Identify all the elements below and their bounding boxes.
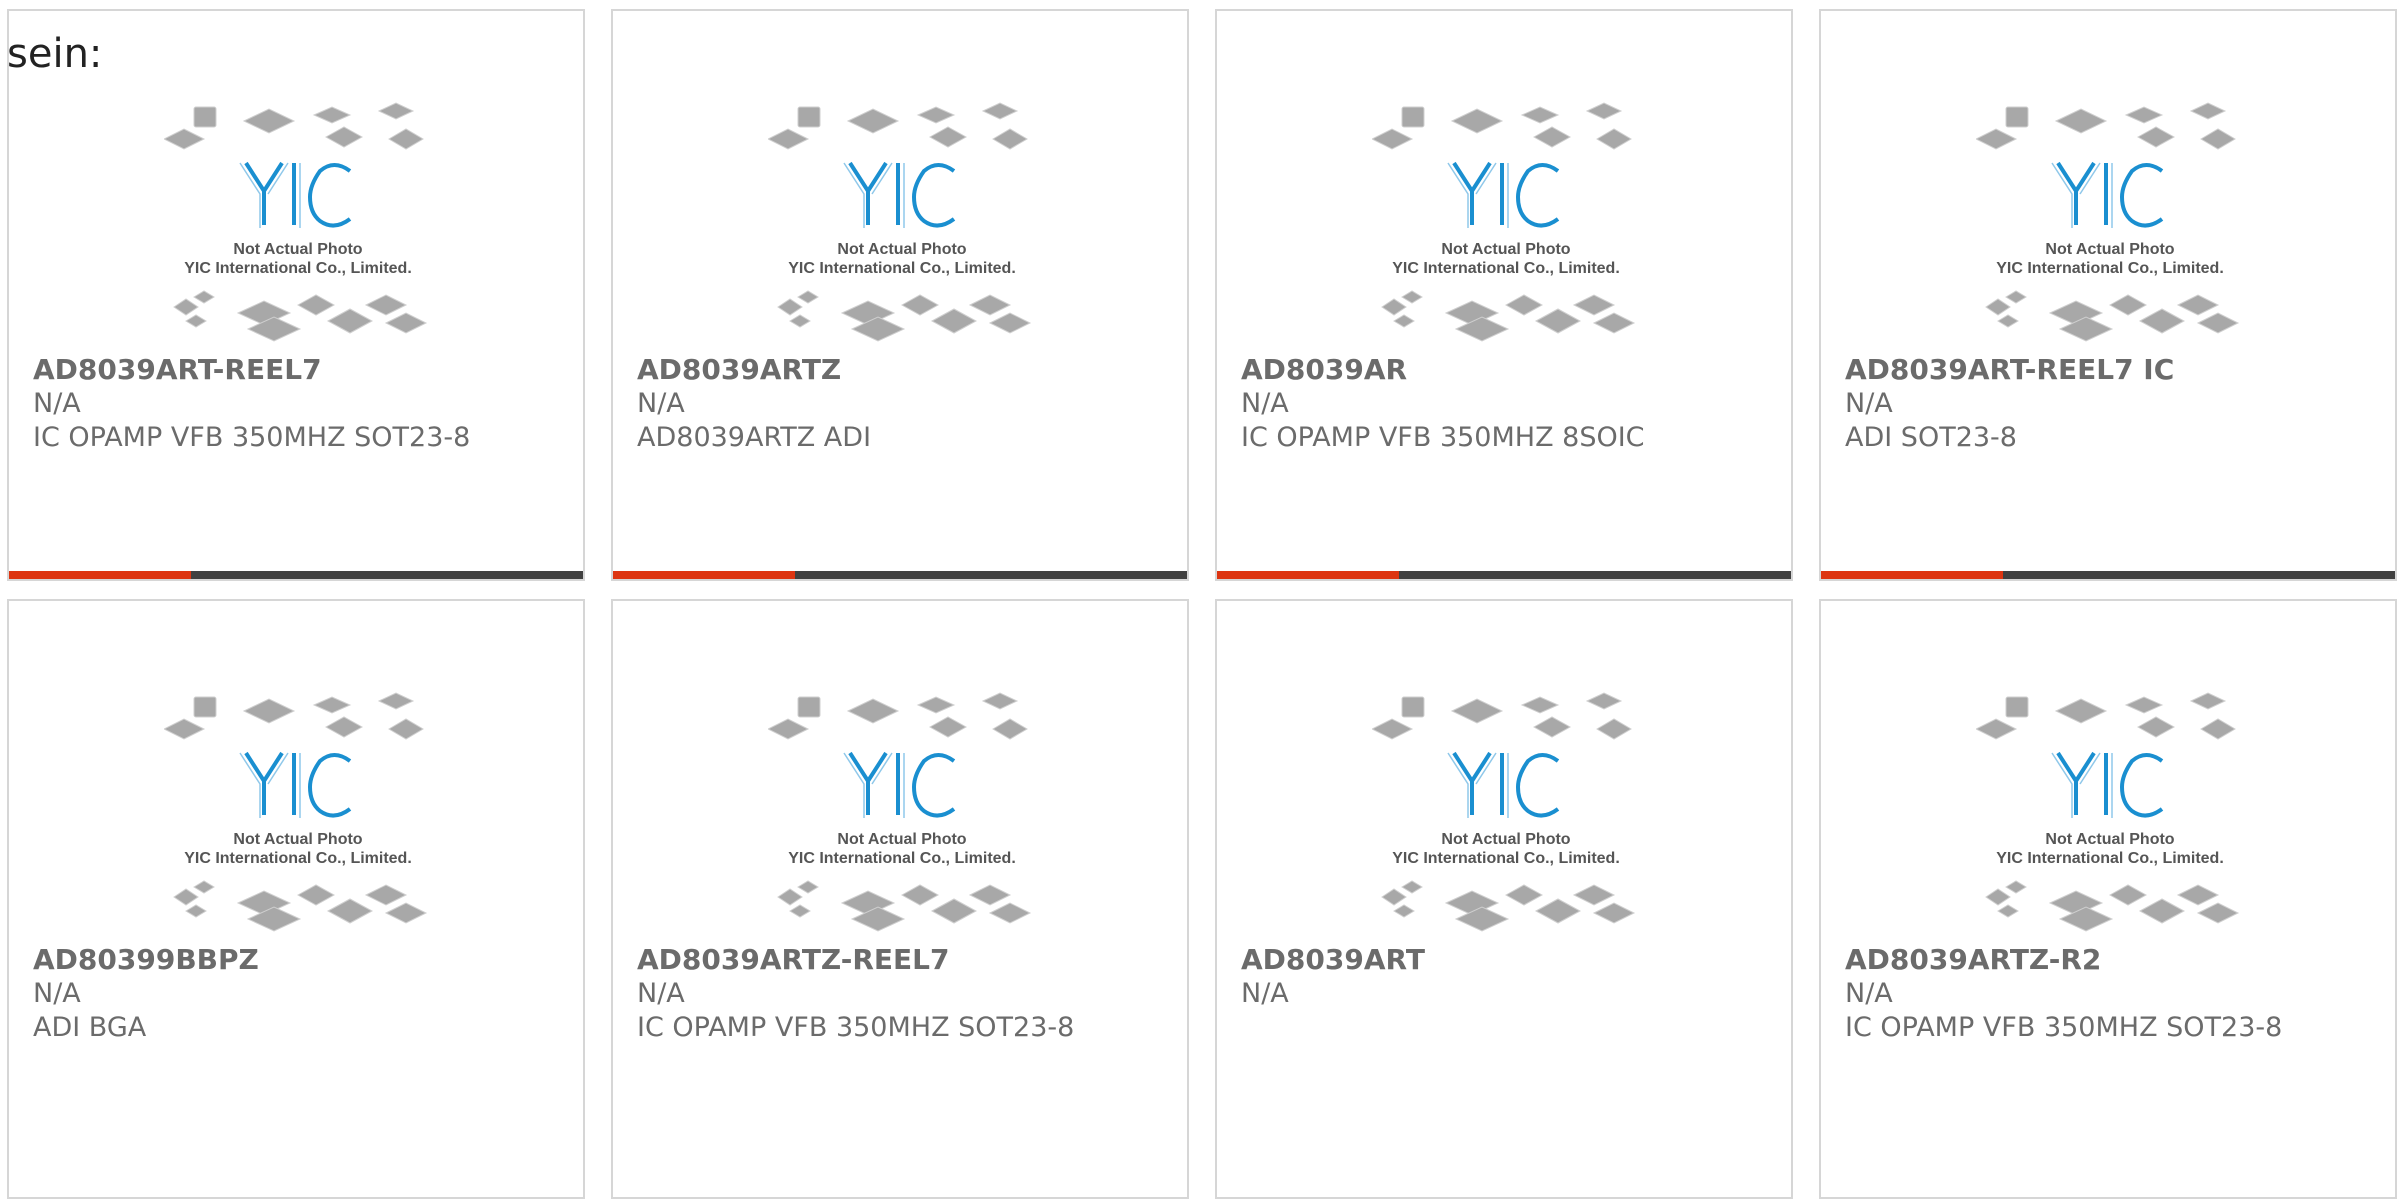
photo-caption-1: Not Actual Photo	[233, 241, 362, 258]
manufacturer: N/A	[33, 978, 81, 1009]
product-card[interactable]: Not Actual Photo YIC International Co., …	[611, 599, 1189, 1199]
photo-caption-1: Not Actual Photo	[1441, 831, 1570, 848]
card-bar	[1821, 571, 2395, 579]
manufacturer: N/A	[1845, 388, 1893, 419]
part-number[interactable]: AD8039ART-REEL7 IC	[1845, 353, 2375, 387]
photo-caption-2: YIC International Co., Limited.	[184, 260, 412, 277]
not-actual-photo-image: Not Actual Photo YIC International Co., …	[768, 102, 1032, 342]
card-text: AD8039ARTZ N/A AD8039ARTZ ADI	[637, 353, 1167, 455]
description: AD8039ARTZ ADI	[637, 422, 872, 453]
product-card[interactable]: Not Actual Photo YIC International Co., …	[611, 9, 1189, 581]
photo-caption-1: Not Actual Photo	[837, 831, 966, 848]
header-text: sein:	[7, 31, 103, 77]
description: IC OPAMP VFB 350MHZ SOT23-8	[33, 422, 471, 453]
product-card-link[interactable]: Not Actual Photo YIC International Co., …	[1217, 601, 1791, 1197]
card-bar	[613, 571, 1187, 579]
manufacturer: N/A	[637, 388, 685, 419]
not-actual-photo-image: Not Actual Photo YIC International Co., …	[1372, 692, 1636, 932]
description: IC OPAMP VFB 350MHZ 8SOIC	[1241, 422, 1645, 453]
photo-caption-1: Not Actual Photo	[233, 831, 362, 848]
part-number[interactable]: AD8039ART-REEL7	[33, 353, 563, 387]
photo-caption-1: Not Actual Photo	[2045, 831, 2174, 848]
product-card[interactable]: Not Actual Photo YIC International Co., …	[7, 9, 585, 581]
description: ADI BGA	[33, 1012, 147, 1043]
card-text: AD80399BBPZ N/A ADI BGA	[33, 943, 563, 1045]
photo-caption-1: Not Actual Photo	[837, 241, 966, 258]
card-bar-accent	[613, 571, 795, 579]
card-bar-accent	[9, 571, 191, 579]
not-actual-photo-image: Not Actual Photo YIC International Co., …	[164, 102, 428, 342]
photo-caption-2: YIC International Co., Limited.	[1392, 260, 1620, 277]
product-card[interactable]: Not Actual Photo YIC International Co., …	[1819, 599, 2397, 1199]
photo-caption-2: YIC International Co., Limited.	[788, 260, 1016, 277]
card-text: AD8039ART-REEL7 IC N/A ADI SOT23-8	[1845, 353, 2375, 455]
not-actual-photo-image: Not Actual Photo YIC International Co., …	[1372, 102, 1636, 342]
manufacturer: N/A	[1241, 978, 1289, 1009]
part-number[interactable]: AD8039ARTZ-REEL7	[637, 943, 1167, 977]
part-number[interactable]: AD8039ART	[1241, 943, 1771, 977]
part-number[interactable]: AD8039ARTZ	[637, 353, 1167, 387]
not-actual-photo-image: Not Actual Photo YIC International Co., …	[1976, 102, 2240, 342]
product-card[interactable]: Not Actual Photo YIC International Co., …	[1819, 9, 2397, 581]
product-card-link[interactable]: Not Actual Photo YIC International Co., …	[1821, 11, 2395, 579]
manufacturer: N/A	[1845, 978, 1893, 1009]
photo-caption-2: YIC International Co., Limited.	[788, 850, 1016, 867]
card-bar	[9, 571, 583, 579]
card-text: AD8039ARTZ-R2 N/A IC OPAMP VFB 350MHZ SO…	[1845, 943, 2375, 1045]
card-text: AD8039AR N/A IC OPAMP VFB 350MHZ 8SOIC	[1241, 353, 1771, 455]
description: ADI SOT23-8	[1845, 422, 2017, 453]
photo-caption-1: Not Actual Photo	[2045, 241, 2174, 258]
product-card-link[interactable]: Not Actual Photo YIC International Co., …	[613, 601, 1187, 1197]
card-text: AD8039ARTZ-REEL7 N/A IC OPAMP VFB 350MHZ…	[637, 943, 1167, 1045]
product-card-link[interactable]: Not Actual Photo YIC International Co., …	[613, 11, 1187, 579]
part-number[interactable]: AD8039ARTZ-R2	[1845, 943, 2375, 977]
product-card-link[interactable]: Not Actual Photo YIC International Co., …	[9, 11, 583, 579]
card-bar	[1217, 571, 1791, 579]
card-text: AD8039ART N/A	[1241, 943, 1771, 1011]
description: IC OPAMP VFB 350MHZ SOT23-8	[637, 1012, 1075, 1043]
product-card[interactable]: Not Actual Photo YIC International Co., …	[7, 599, 585, 1199]
product-card[interactable]: Not Actual Photo YIC International Co., …	[1215, 9, 1793, 581]
manufacturer: N/A	[1241, 388, 1289, 419]
part-number[interactable]: AD80399BBPZ	[33, 943, 563, 977]
photo-caption-2: YIC International Co., Limited.	[1392, 850, 1620, 867]
photo-caption-2: YIC International Co., Limited.	[184, 850, 412, 867]
manufacturer: N/A	[637, 978, 685, 1009]
product-card-link[interactable]: Not Actual Photo YIC International Co., …	[1821, 601, 2395, 1197]
manufacturer: N/A	[33, 388, 81, 419]
card-bar-accent	[1821, 571, 2003, 579]
photo-caption-2: YIC International Co., Limited.	[1996, 850, 2224, 867]
part-number[interactable]: AD8039AR	[1241, 353, 1771, 387]
description: IC OPAMP VFB 350MHZ SOT23-8	[1845, 1012, 2283, 1043]
not-actual-photo-image: Not Actual Photo YIC International Co., …	[164, 692, 428, 932]
card-text: AD8039ART-REEL7 N/A IC OPAMP VFB 350MHZ …	[33, 353, 563, 455]
product-card-link[interactable]: Not Actual Photo YIC International Co., …	[9, 601, 583, 1197]
photo-caption-2: YIC International Co., Limited.	[1996, 260, 2224, 277]
photo-caption-1: Not Actual Photo	[1441, 241, 1570, 258]
product-card-link[interactable]: Not Actual Photo YIC International Co., …	[1217, 11, 1791, 579]
product-card[interactable]: Not Actual Photo YIC International Co., …	[1215, 599, 1793, 1199]
not-actual-photo-image: Not Actual Photo YIC International Co., …	[1976, 692, 2240, 932]
not-actual-photo-image: Not Actual Photo YIC International Co., …	[768, 692, 1032, 932]
card-bar-accent	[1217, 571, 1399, 579]
